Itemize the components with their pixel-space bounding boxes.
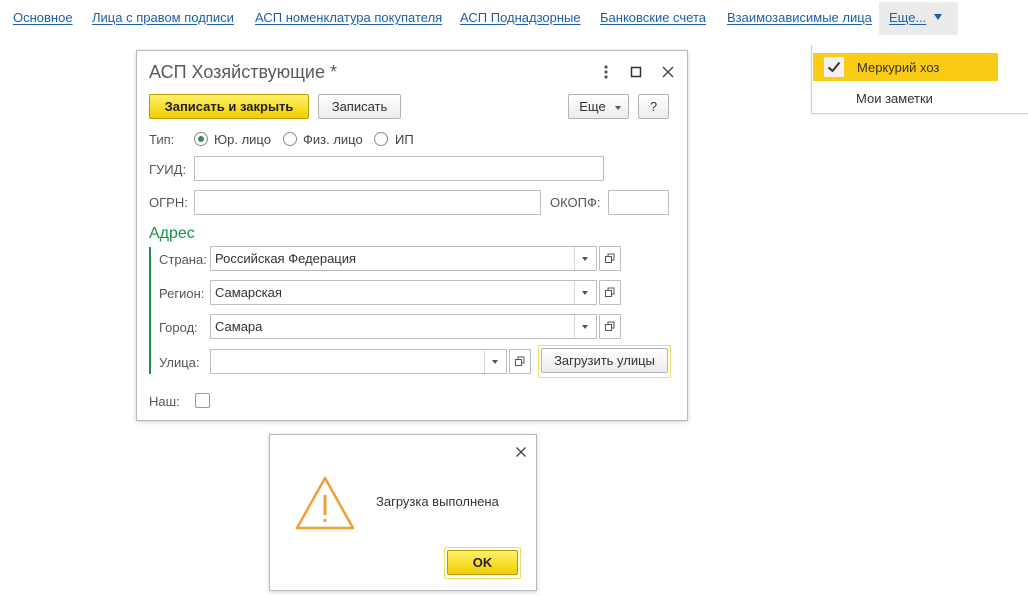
- city-dropdown-button[interactable]: [574, 315, 596, 338]
- save-and-close-button[interactable]: Записать и закрыть: [149, 94, 309, 119]
- nav-link-main[interactable]: Основное: [13, 10, 73, 25]
- region-label: Регион:: [159, 286, 205, 301]
- address-section-title: Адрес: [149, 225, 195, 242]
- ogrn-input[interactable]: [194, 190, 541, 215]
- open-link-icon: [605, 287, 615, 297]
- kebab-menu-icon[interactable]: [597, 63, 615, 81]
- city-field[interactable]: Самара: [210, 314, 597, 339]
- save-button[interactable]: Записать: [318, 94, 401, 119]
- address-section-bar: [149, 247, 151, 374]
- nav-more-button[interactable]: Еще...: [879, 2, 958, 35]
- city-value: Самара: [215, 319, 263, 334]
- caret-down-icon: [615, 106, 621, 110]
- type-radio-ip[interactable]: [374, 132, 388, 146]
- city-label: Город:: [159, 320, 198, 335]
- window-title: АСП Хозяйствующие *: [149, 62, 338, 82]
- street-label: Улица:: [159, 355, 200, 370]
- guid-input[interactable]: [194, 156, 604, 181]
- open-link-icon: [605, 321, 615, 331]
- top-navigation: Основное Лица с правом подписи АСП номен…: [0, 0, 1028, 40]
- ours-label: Наш:: [149, 394, 180, 409]
- nav-link-bank-accounts[interactable]: Банковские счета: [600, 10, 706, 25]
- more-menu-dropdown: Меркурий хоз Мои заметки: [811, 45, 1028, 114]
- type-radio-ip-label: ИП: [395, 132, 414, 147]
- country-label: Страна:: [159, 252, 207, 267]
- ok-button[interactable]: OK: [447, 550, 518, 575]
- type-radio-legal[interactable]: [194, 132, 208, 146]
- guid-label: ГУИД:: [149, 162, 187, 177]
- message-dialog: Загрузка выполнена OK: [269, 434, 537, 591]
- open-link-icon: [605, 253, 615, 263]
- okopf-input[interactable]: [608, 190, 669, 215]
- nav-link-related-persons[interactable]: Взаимозависимые лица: [727, 10, 872, 25]
- maximize-icon[interactable]: [627, 63, 645, 81]
- country-open-button[interactable]: [599, 246, 621, 271]
- more-actions-label: Еще: [579, 99, 606, 114]
- close-icon[interactable]: [512, 443, 530, 461]
- nav-link-supervised[interactable]: АСП Поднадзорные: [460, 10, 581, 25]
- okopf-label: ОКОПФ:: [550, 195, 601, 210]
- region-field[interactable]: Самарская: [210, 280, 597, 305]
- street-dropdown-button[interactable]: [484, 350, 506, 373]
- region-value: Самарская: [215, 285, 282, 300]
- close-icon[interactable]: [659, 63, 677, 81]
- region-open-button[interactable]: [599, 280, 621, 305]
- load-streets-focus-frame: Загрузить улицы: [538, 345, 671, 378]
- load-streets-button[interactable]: Загрузить улицы: [541, 348, 668, 373]
- menu-item-mercury[interactable]: Меркурий хоз: [813, 53, 998, 81]
- nav-more-label: Еще...: [889, 10, 927, 25]
- menu-item-my-notes[interactable]: Мои заметки: [856, 91, 933, 106]
- nav-link-buyer-nomenclature[interactable]: АСП номенклатура покупателя: [255, 10, 442, 25]
- checkmark-icon: [824, 57, 844, 77]
- form-window: АСП Хозяйствующие * Записать и закрыть З…: [136, 50, 688, 421]
- ok-focus-frame: OK: [444, 547, 521, 579]
- more-actions-button[interactable]: Еще: [568, 94, 629, 119]
- country-field[interactable]: Российская Федерация: [210, 246, 597, 271]
- open-link-icon: [515, 356, 525, 366]
- country-value: Российская Федерация: [215, 251, 357, 266]
- region-dropdown-button[interactable]: [574, 281, 596, 304]
- warning-icon: [294, 475, 356, 531]
- country-dropdown-button[interactable]: [574, 247, 596, 270]
- ogrn-label: ОГРН:: [149, 195, 188, 210]
- street-field[interactable]: [210, 349, 507, 374]
- menu-item-mercury-label: Меркурий хоз: [857, 60, 940, 75]
- type-radio-legal-label: Юр. лицо: [214, 132, 271, 147]
- message-text: Загрузка выполнена: [376, 494, 499, 509]
- type-radio-individual-label: Физ. лицо: [303, 132, 363, 147]
- type-label: Тип:: [149, 132, 175, 147]
- ours-checkbox[interactable]: [195, 393, 210, 408]
- type-radio-individual[interactable]: [283, 132, 297, 146]
- street-open-button[interactable]: [509, 349, 531, 374]
- city-open-button[interactable]: [599, 314, 621, 339]
- nav-link-signatories[interactable]: Лица с правом подписи: [92, 10, 234, 25]
- caret-down-icon: [934, 14, 943, 20]
- help-button[interactable]: ?: [638, 94, 669, 119]
